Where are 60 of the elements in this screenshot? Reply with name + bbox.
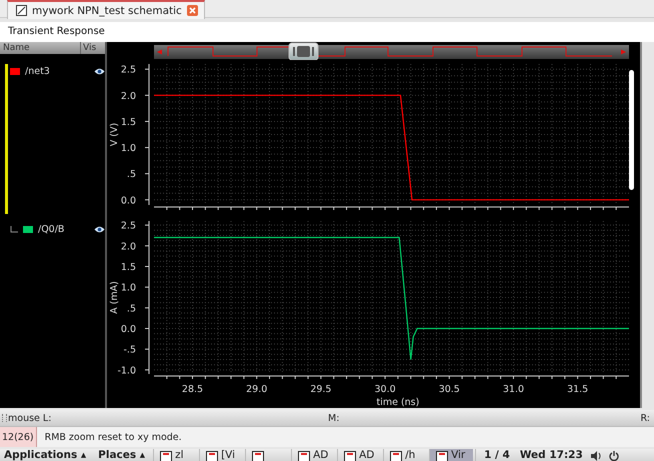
tick-label: 1.0 — [120, 143, 136, 154]
status-message: RMB zoom reset to xy mode. — [44, 432, 182, 442]
message-count: 12(26) — [0, 427, 37, 447]
tick-label: 29.0 — [246, 384, 268, 395]
window-icon — [344, 451, 356, 461]
signal-name[interactable]: /Q0/B — [38, 224, 89, 235]
tick-label: 2.5 — [120, 220, 136, 232]
tick-label: .5 — [126, 169, 136, 180]
tick-label: 2.0 — [120, 241, 136, 252]
taskbar-button[interactable]: AD — [337, 449, 382, 461]
tick-label: -1.0 — [117, 365, 136, 376]
workspace-switcher[interactable]: 1 / 4 — [475, 449, 518, 461]
eye-icon[interactable] — [94, 226, 105, 233]
tick-label: 1.5 — [120, 116, 136, 128]
column-header[interactable]: Name — [0, 42, 81, 54]
tick-label: 30.0 — [374, 384, 396, 395]
tick-label: 2.0 — [120, 90, 136, 102]
tick-label: 29.5 — [310, 384, 332, 395]
mouse-middle-label: M: — [328, 412, 340, 424]
tree-connector — [10, 226, 18, 234]
taskbar-button[interactable]: Vir — [429, 449, 474, 461]
mouse-right-label: R: — [640, 412, 651, 424]
document-icon — [16, 5, 27, 16]
window-icon — [160, 451, 172, 461]
tick-label: 2.5 — [120, 64, 136, 76]
column-header[interactable]: Vis — [81, 42, 105, 54]
taskbar-button[interactable]: /h — [383, 449, 428, 461]
tick-label: -.5 — [124, 344, 136, 356]
taskbar-button[interactable]: AD — [291, 449, 336, 461]
signal-name[interactable]: /net3 — [25, 66, 89, 77]
taskbar-button[interactable]: zl — [153, 449, 198, 461]
tick-label: .5 — [126, 303, 136, 314]
axis-label: A (mA) — [109, 281, 120, 314]
eye-icon[interactable] — [94, 68, 105, 75]
tick-label: 1.0 — [120, 282, 136, 294]
menu-button[interactable]: Places ▴ — [94, 449, 152, 461]
power-icon[interactable] — [608, 451, 619, 461]
axis-label: V (V) — [109, 122, 120, 146]
scroll-handle[interactable] — [288, 42, 318, 60]
speaker-icon[interactable] — [590, 451, 601, 461]
window-icon — [206, 451, 218, 461]
scroll-thumb[interactable] — [629, 70, 634, 190]
axis-label: time (ns) — [376, 397, 420, 408]
window-icon — [252, 451, 264, 461]
window-icon — [436, 451, 448, 461]
close-icon[interactable] — [186, 5, 198, 16]
taskbar-button[interactable]: [Vi — [199, 449, 244, 461]
mouse-left-label: mouse L: — [8, 412, 52, 424]
tick-label: 31.5 — [567, 384, 588, 395]
tab[interactable]: mywork NPN_test schematic — [7, 0, 205, 19]
window-icon — [390, 451, 402, 461]
menu-button[interactable]: Applications ▴ — [0, 449, 92, 461]
tick-label: 0.0 — [120, 324, 136, 336]
tick-label: 31.0 — [502, 384, 524, 395]
tick-label: 0.0 — [120, 195, 136, 206]
tick-label: 28.5 — [182, 384, 204, 395]
clock[interactable]: Wed 17:23 — [520, 449, 589, 461]
tick-label: 1.5 — [120, 262, 136, 273]
tick-label: 30.5 — [438, 384, 460, 395]
window-icon — [298, 451, 310, 461]
